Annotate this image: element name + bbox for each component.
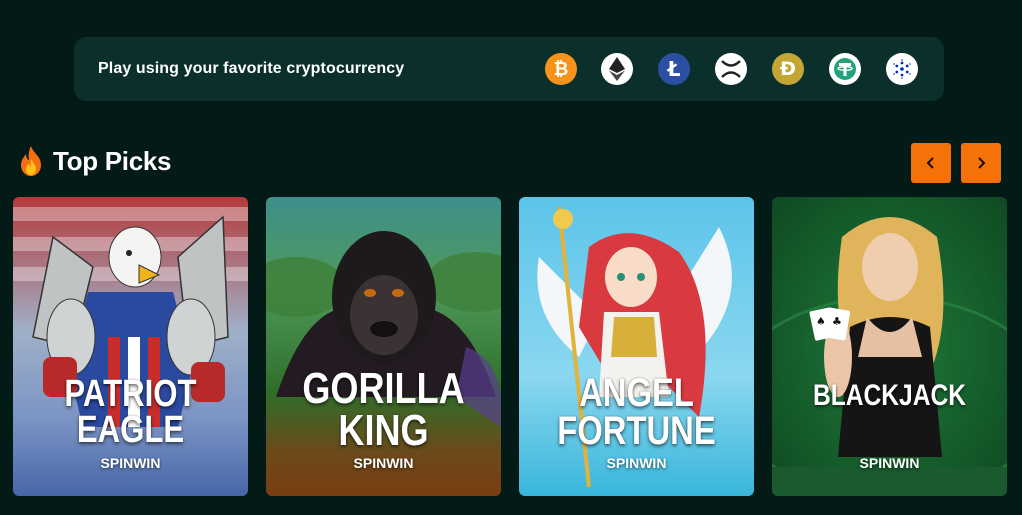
xrp-icon[interactable] <box>715 53 747 85</box>
game-card-patriot-eagle[interactable]: PATRIOT EAGLE SPINWIN <box>13 197 248 496</box>
game-provider: SPINWIN <box>859 455 920 471</box>
chevron-left-icon <box>926 157 934 169</box>
carousel-prev-button[interactable] <box>911 143 951 183</box>
svg-text:♠: ♠ <box>816 315 826 328</box>
game-title-line1: BLACKJACK <box>812 379 967 412</box>
game-title-line2: FORTUNE <box>557 409 716 453</box>
game-provider: SPINWIN <box>100 455 161 471</box>
xrp-glyph <box>721 60 741 78</box>
game-provider: SPINWIN <box>353 455 414 471</box>
patriot-eagle-thumbnail <box>13 197 248 496</box>
dogecoin-icon[interactable]: Đ <box>772 53 804 85</box>
crypto-banner-text: Play using your favorite cryptocurrency <box>98 60 405 77</box>
section-header: Top Picks <box>18 143 171 179</box>
fire-icon <box>21 146 41 176</box>
carousel-next-button[interactable] <box>961 143 1001 183</box>
chevron-right-icon <box>978 157 986 169</box>
tether-icon[interactable] <box>829 53 861 85</box>
game-provider: SPINWIN <box>606 455 667 471</box>
ethereum-icon[interactable] <box>601 53 633 85</box>
game-title-line1: GORILLA <box>302 364 465 413</box>
section-title: Top Picks <box>53 145 172 176</box>
game-card-gorilla-king[interactable]: GORILLA KING SPINWIN <box>266 197 501 496</box>
bitcoin-icon[interactable]: ₿ <box>545 53 577 85</box>
game-card-blackjack[interactable]: ♠ ♣ BLACKJACK SPINWIN <box>772 197 1007 496</box>
game-card-angel-fortune[interactable]: ANGEL FORTUNE SPINWIN <box>519 197 754 496</box>
game-title-line2: EAGLE <box>76 409 185 451</box>
svg-text:♣: ♣ <box>832 315 842 328</box>
ethereum-glyph <box>609 57 625 81</box>
game-title-line2: KING <box>338 406 429 455</box>
tether-glyph <box>834 58 856 80</box>
litecoin-icon[interactable]: Ł <box>658 53 690 85</box>
crypto-banner: Play using your favorite cryptocurrency … <box>74 37 944 101</box>
game-title-line1: ANGEL <box>579 371 694 415</box>
cardano-icon[interactable] <box>886 53 918 85</box>
game-title-line1: PATRIOT <box>64 373 197 415</box>
cardano-glyph <box>893 59 911 79</box>
blackjack-thumbnail: ♠ ♣ <box>772 197 1007 496</box>
